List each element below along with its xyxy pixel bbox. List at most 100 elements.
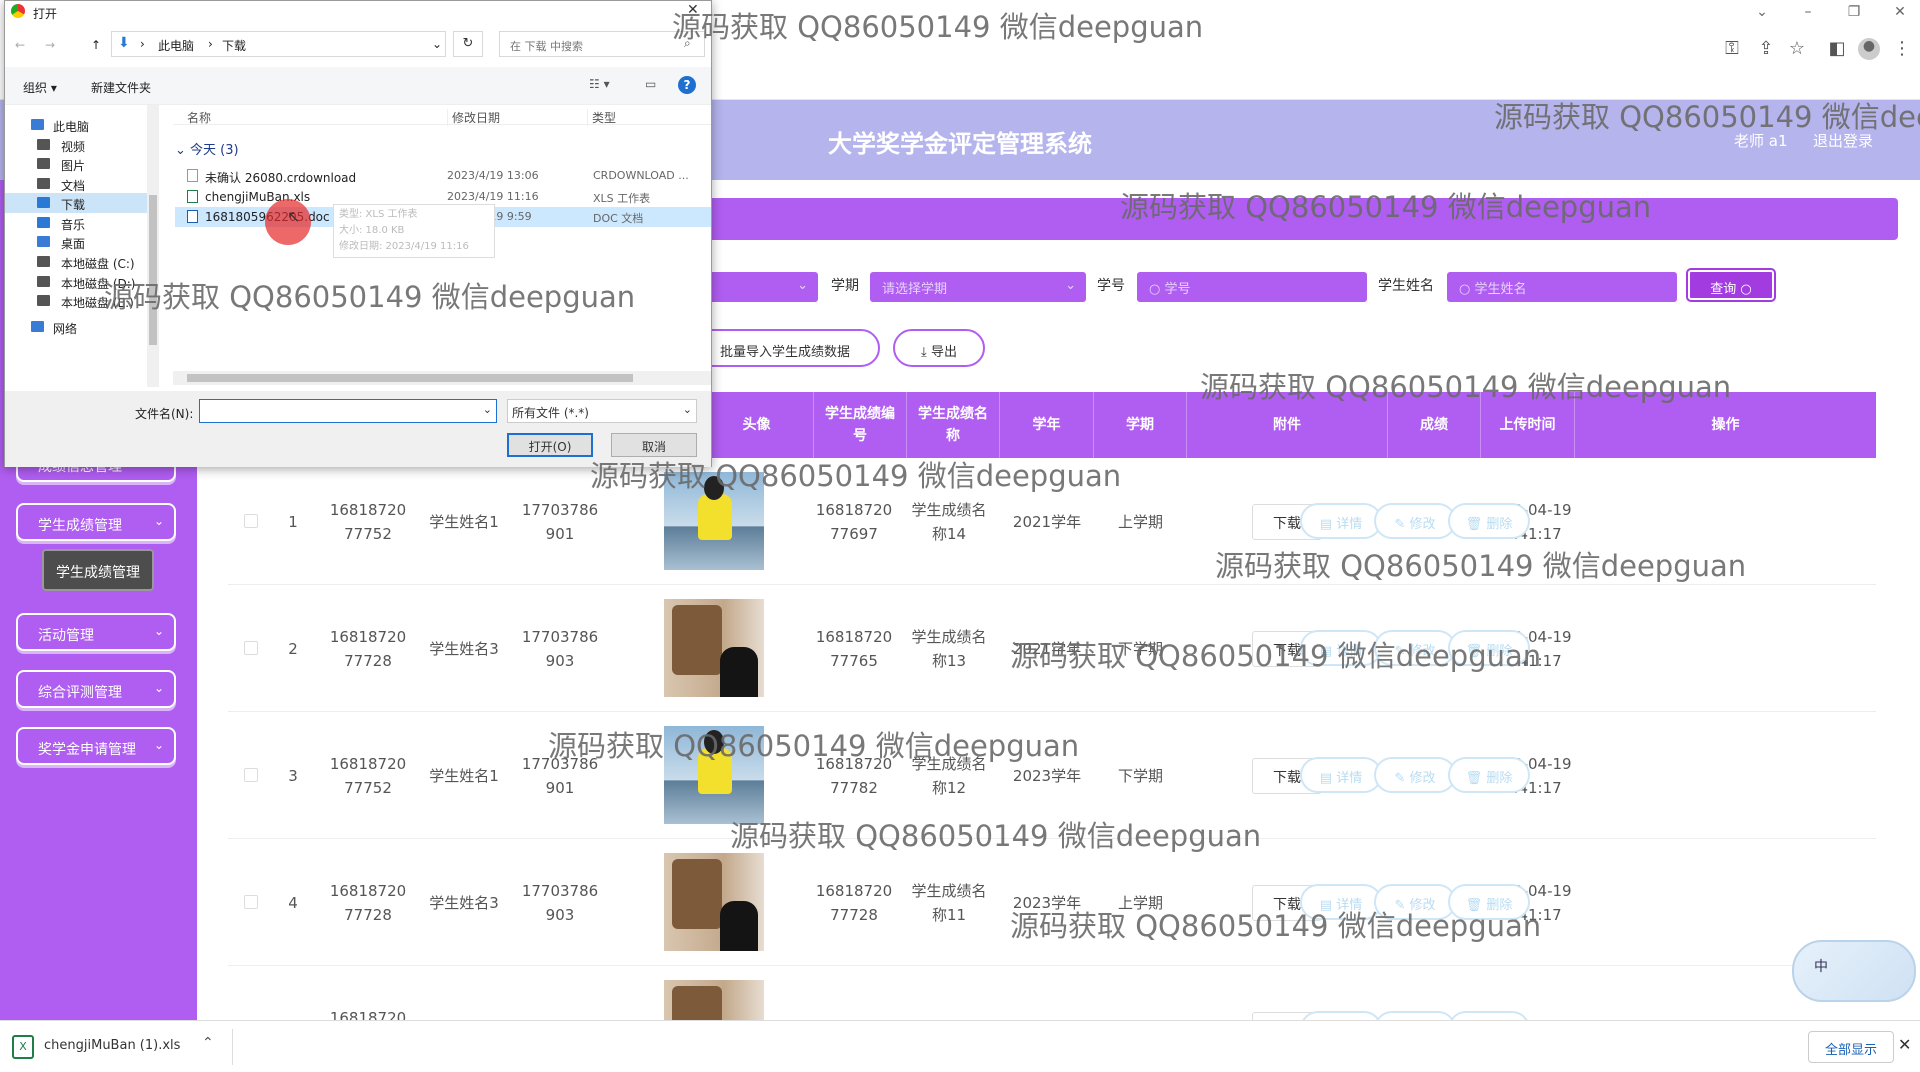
row-checkbox[interactable]: [244, 641, 258, 655]
nav-desktop[interactable]: 桌面: [5, 232, 147, 252]
download-file-name[interactable]: chengjiMuBan (1).xls: [44, 1038, 180, 1053]
up-icon[interactable]: ↑: [91, 38, 101, 52]
edit-icon: ✎: [1394, 517, 1410, 532]
breadcrumb-this-pc[interactable]: 此电脑: [158, 37, 194, 54]
drive-icon: [37, 276, 50, 287]
nav-pictures[interactable]: 图片: [5, 154, 147, 174]
file-list-header: 名称 修改日期 类型: [173, 105, 711, 126]
op-label: 详情: [1336, 771, 1363, 786]
nav-this-pc[interactable]: 此电脑: [5, 115, 147, 135]
nav-drive-e[interactable]: 本地磁盘 (E:): [5, 291, 147, 311]
op-edit-button[interactable]: ✎ 修改: [1374, 503, 1456, 539]
op-delete-button[interactable]: 🗑 删除: [1448, 503, 1530, 539]
chevron-up-icon[interactable]: ⌃: [202, 1035, 214, 1051]
dialog-search-input[interactable]: 在 下载 中搜索 ⌕: [499, 31, 705, 57]
col-name[interactable]: 名称: [187, 109, 211, 126]
organize-label: 组织: [23, 81, 48, 95]
filename-input[interactable]: ⌄: [199, 399, 497, 423]
cell-score-name: 学生成绩名称14: [911, 500, 987, 543]
divider: [232, 1029, 233, 1065]
back-icon[interactable]: ←: [15, 38, 25, 52]
cell-score-name: 学生成绩名称13: [911, 627, 987, 670]
doc-icon: ▤: [1319, 898, 1337, 913]
col-date[interactable]: 修改日期: [447, 109, 500, 126]
close-icon[interactable]: ✕: [687, 2, 699, 18]
row-index: 4: [288, 893, 298, 912]
cell-score-code: 1681872077728: [815, 881, 893, 924]
op-label: 删除: [1486, 517, 1513, 532]
nav-label: 此电脑: [53, 120, 90, 134]
picture-folder-icon: [37, 158, 50, 169]
ime-widget[interactable]: 中: [1792, 940, 1916, 1002]
nav-drive-d[interactable]: 本地磁盘 (D:): [5, 272, 147, 292]
cell-student-id: 1681872077728: [329, 881, 407, 924]
op-edit-button[interactable]: ✎ 修改: [1374, 884, 1456, 920]
op-edit-button[interactable]: ✎ 修改: [1374, 757, 1456, 793]
open-button[interactable]: 打开(O): [507, 433, 593, 457]
op-label: 详情: [1336, 644, 1363, 659]
row-checkbox[interactable]: [244, 768, 258, 782]
file-hscrollbar[interactable]: [173, 371, 711, 385]
person-head: [704, 476, 724, 500]
cell-term: 上学期: [1117, 512, 1163, 531]
op-detail-button[interactable]: ▤ 详情: [1300, 884, 1382, 920]
nav-label: 下载: [61, 198, 86, 212]
row-checkbox[interactable]: [244, 895, 258, 909]
dialog-toolbar: 组织 ▾ 新建文件夹 ☷ ▾ ▭ ?: [5, 67, 711, 105]
nav-network[interactable]: 网络: [5, 317, 147, 337]
tooltip-line: 修改日期: 2023/4/19 11:16: [339, 241, 469, 252]
forward-icon[interactable]: →: [45, 38, 55, 52]
preview-pane-icon[interactable]: ▭: [645, 77, 656, 91]
file-row[interactable]: 未确认 26080.crdownload 2023/4/19 13:06 CRDOW…: [175, 166, 711, 186]
trash-icon: 🗑: [1465, 644, 1487, 659]
row-checkbox[interactable]: [244, 514, 258, 528]
op-detail-button[interactable]: ▤ 详情: [1300, 757, 1382, 793]
music-folder-icon: [37, 217, 50, 228]
nav-label: 图片: [61, 159, 86, 173]
cell-score-name: 学生成绩名称11: [911, 881, 987, 924]
address-bar[interactable]: ⬇ › 此电脑 › 下载 ⌄: [111, 31, 446, 57]
op-detail-button[interactable]: ▤ 详情: [1300, 503, 1382, 539]
chevron-down-icon[interactable]: ⌄: [432, 37, 442, 51]
op-edit-button[interactable]: ✎ 修改: [1374, 630, 1456, 666]
op-detail-button[interactable]: ▤ 详情: [1300, 630, 1382, 666]
nav-music[interactable]: 音乐: [5, 213, 147, 233]
cell-score-code: 1681872077697: [815, 500, 893, 543]
nav-downloads[interactable]: 下载: [5, 193, 147, 213]
op-delete-button[interactable]: 🗑 删除: [1448, 630, 1530, 666]
refresh-icon[interactable]: ↻: [453, 31, 483, 57]
file-date: 2023/4/19 13:06: [447, 169, 539, 182]
file-group[interactable]: ⌄ 今天 (3): [175, 139, 239, 158]
new-folder-button[interactable]: 新建文件夹: [91, 79, 151, 96]
nav-label: 音乐: [61, 218, 86, 232]
op-label: 删除: [1486, 898, 1513, 913]
excel-file-icon: X: [12, 1035, 34, 1059]
close-icon[interactable]: ✕: [1898, 1035, 1911, 1054]
cell-term: 上学期: [1117, 893, 1163, 912]
help-icon[interactable]: ?: [678, 76, 696, 94]
col-type[interactable]: 类型: [587, 109, 616, 126]
chevron-down-icon: ⌄: [682, 403, 692, 416]
cancel-button[interactable]: 取消: [611, 433, 697, 457]
cell-score-code: 1681872077782: [815, 754, 893, 797]
nav-documents[interactable]: 文档: [5, 174, 147, 194]
cell-phone: 17703786901: [521, 754, 599, 797]
nav-scrollbar[interactable]: [147, 105, 159, 387]
trash-icon: 🗑: [1465, 771, 1487, 786]
show-all-button[interactable]: 全部显示: [1808, 1031, 1894, 1063]
nav-label: 网络: [53, 322, 78, 336]
avatar: [664, 599, 764, 697]
view-options-icon[interactable]: ☷ ▾: [589, 77, 610, 91]
download-folder-icon: [37, 197, 50, 208]
file-icon: [187, 169, 198, 182]
op-delete-button[interactable]: 🗑 删除: [1448, 757, 1530, 793]
tooltip-line: 大小: 18.0 KB: [339, 225, 405, 236]
op-label: 删除: [1486, 771, 1513, 786]
nav-videos[interactable]: 视频: [5, 135, 147, 155]
op-delete-button[interactable]: 🗑 删除: [1448, 884, 1530, 920]
table-row: 1 1681872077752 学生姓名1 17703786901 1681872077…: [228, 458, 1876, 585]
breadcrumb-downloads[interactable]: 下载: [222, 37, 246, 54]
nav-drive-c[interactable]: 本地磁盘 (C:): [5, 252, 147, 272]
organize-button[interactable]: 组织 ▾: [23, 79, 57, 96]
filetype-select[interactable]: 所有文件 (*.*) ⌄: [507, 399, 697, 423]
